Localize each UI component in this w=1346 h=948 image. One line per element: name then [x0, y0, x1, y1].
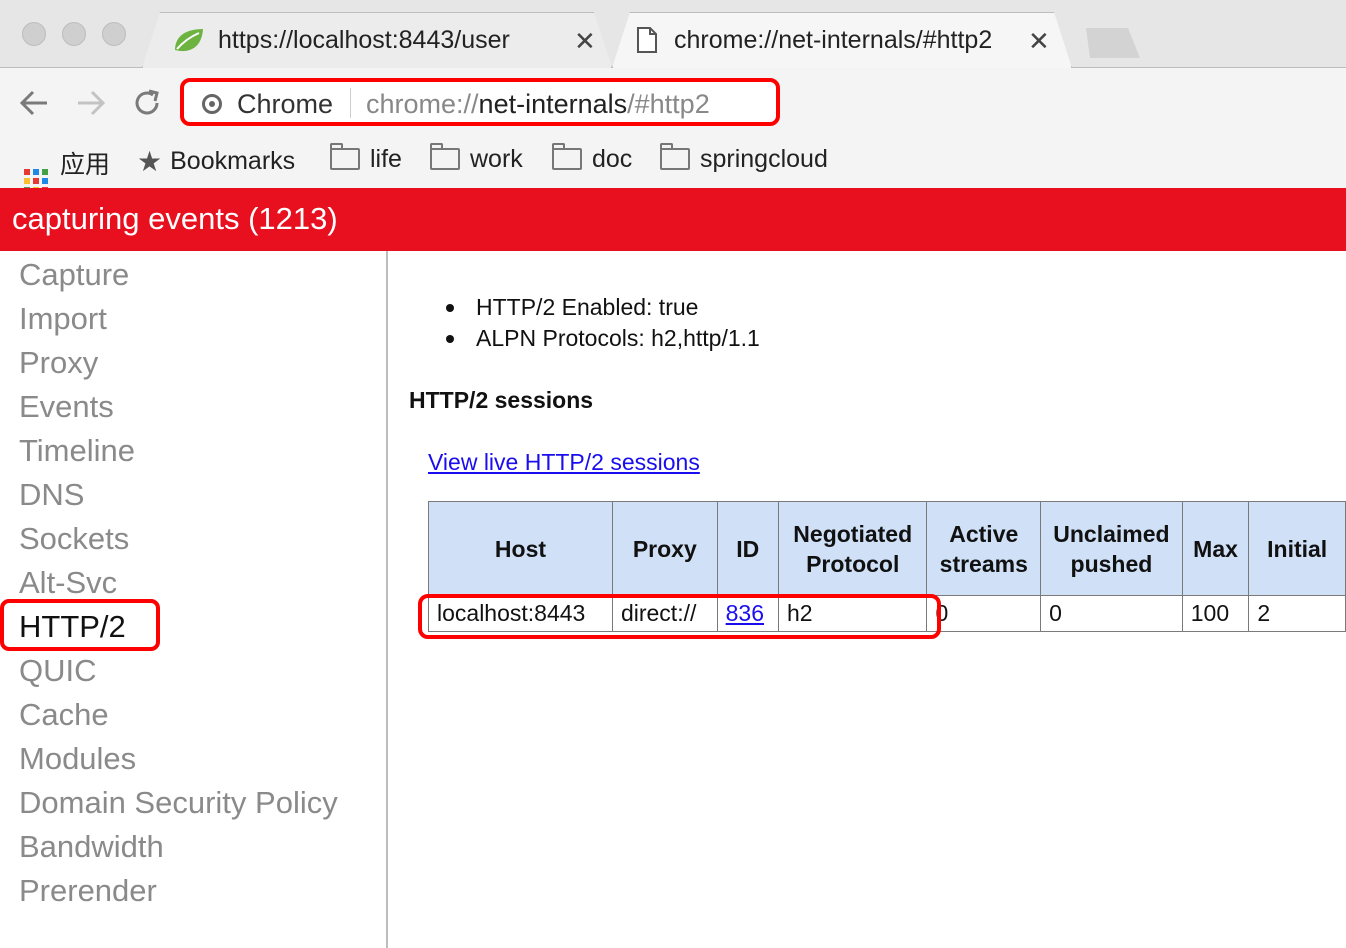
- bookmark-label: doc: [592, 145, 633, 173]
- bookmark-bookmarks[interactable]: ★ Bookmarks: [137, 145, 295, 178]
- new-tab-button[interactable]: [1078, 28, 1140, 58]
- column-header-negotiated-protocol: Negotiated Protocol: [777, 501, 928, 596]
- cell-active-streams: 0: [926, 595, 1042, 632]
- address-bar[interactable]: Chrome chrome://net-internals/#http2: [180, 78, 780, 126]
- view-live-sessions-link[interactable]: View live HTTP/2 sessions: [428, 449, 700, 476]
- bullet: [446, 335, 454, 343]
- bookmark-apps[interactable]: 应用: [24, 145, 110, 193]
- cell-id: 836: [716, 595, 779, 632]
- close-window-button[interactable]: [22, 22, 46, 46]
- folder-icon: [660, 143, 690, 170]
- tab-title: https://localhost:8443/user: [218, 26, 510, 54]
- maximize-window-button[interactable]: [102, 22, 126, 46]
- cell-proxy: direct://: [611, 595, 718, 632]
- star-icon: ★: [137, 146, 163, 177]
- sidebar-nav: Capture Import Proxy Events Timeline DNS…: [0, 251, 388, 948]
- cell-host: localhost:8443: [428, 595, 613, 632]
- folder-icon: [330, 143, 360, 170]
- sidebar-item-sockets[interactable]: Sockets: [19, 521, 129, 557]
- column-header-active-streams: Active streams: [926, 501, 1042, 596]
- table-row: localhost:8443 direct:// 836 h2 0 0 100 …: [428, 595, 1346, 632]
- column-header-id: ID: [716, 501, 779, 596]
- tab-net-internals[interactable]: chrome://net-internals/#http2 ✕: [612, 12, 1072, 68]
- bookmark-folder-life[interactable]: life: [330, 143, 402, 174]
- capture-status-text: capturing events (1213): [12, 201, 338, 236]
- sidebar-item-prerender[interactable]: Prerender: [19, 873, 157, 909]
- column-header-max: Max: [1181, 501, 1250, 596]
- column-header-host: Host: [428, 501, 613, 596]
- tab-title: chrome://net-internals/#http2: [674, 26, 993, 54]
- sidebar-item-cache[interactable]: Cache: [19, 697, 109, 733]
- divider: [350, 88, 351, 118]
- bookmark-folder-work[interactable]: work: [430, 143, 523, 174]
- cell-max: 100: [1181, 595, 1250, 632]
- sidebar-item-events[interactable]: Events: [19, 389, 114, 425]
- document-icon: [637, 27, 657, 53]
- close-tab-icon[interactable]: ✕: [1028, 26, 1050, 57]
- folder-icon: [552, 143, 582, 170]
- folder-icon: [430, 143, 460, 170]
- selection-highlight: [0, 599, 160, 651]
- sidebar-item-domain-security-policy[interactable]: Domain Security Policy: [19, 785, 338, 821]
- cell-initial: 2: [1248, 595, 1346, 632]
- session-id-link[interactable]: 836: [726, 600, 764, 626]
- sessions-heading: HTTP/2 sessions: [409, 387, 594, 413]
- sidebar-item-modules[interactable]: Modules: [19, 741, 136, 777]
- sidebar-item-dns[interactable]: DNS: [19, 477, 84, 513]
- sidebar-item-proxy[interactable]: Proxy: [19, 345, 98, 381]
- http2-enabled-status: HTTP/2 Enabled: true: [476, 294, 699, 320]
- alpn-protocols-status: ALPN Protocols: h2,http/1.1: [476, 325, 760, 351]
- site-label: Chrome: [237, 89, 334, 119]
- sessions-table: Host Proxy ID Negotiated Protocol Active…: [428, 501, 1346, 632]
- spring-leaf-icon: [175, 29, 203, 52]
- capture-status-banner: capturing events (1213): [0, 188, 1346, 251]
- bookmark-label: Bookmarks: [170, 147, 296, 175]
- close-tab-icon[interactable]: ✕: [574, 26, 596, 57]
- url-text[interactable]: chrome://net-internals/#http2: [366, 89, 710, 120]
- reload-icon[interactable]: [132, 88, 162, 118]
- http2-panel: HTTP/2 Enabled: true ALPN Protocols: h2,…: [388, 251, 1346, 948]
- cell-unclaimed-pushed: 0: [1040, 595, 1183, 632]
- minimize-window-button[interactable]: [62, 22, 86, 46]
- sidebar-item-capture[interactable]: Capture: [19, 257, 129, 293]
- sidebar-item-import[interactable]: Import: [19, 301, 107, 337]
- bookmark-folder-doc[interactable]: doc: [552, 143, 633, 174]
- bookmarks-bar: 应用 ★ Bookmarks life work doc springcloud: [0, 133, 1346, 193]
- sidebar-item-quic[interactable]: QUIC: [19, 653, 97, 689]
- forward-arrow-icon[interactable]: [75, 88, 107, 118]
- column-header-unclaimed-pushed: Unclaimed pushed: [1040, 501, 1183, 596]
- bookmark-label: springcloud: [700, 145, 828, 173]
- table-header-row: Host Proxy ID Negotiated Protocol Active…: [428, 501, 1346, 596]
- bookmark-folder-springcloud[interactable]: springcloud: [660, 143, 828, 174]
- back-arrow-icon[interactable]: [18, 88, 50, 118]
- cell-negotiated-protocol: h2: [777, 595, 928, 632]
- tab-localhost-user[interactable]: https://localhost:8443/user ✕: [142, 12, 612, 68]
- column-header-proxy: Proxy: [611, 501, 718, 596]
- bookmark-label: work: [470, 145, 523, 173]
- sidebar-item-bandwidth[interactable]: Bandwidth: [19, 829, 164, 865]
- sidebar-item-timeline[interactable]: Timeline: [19, 433, 135, 469]
- browser-toolbar: Chrome chrome://net-internals/#http2: [0, 68, 1346, 133]
- tab-strip: https://localhost:8443/user ✕ chrome://n…: [0, 0, 1346, 68]
- chrome-icon: [202, 94, 222, 114]
- bookmark-label: life: [370, 145, 402, 173]
- column-header-initial: Initial: [1248, 501, 1346, 596]
- bullet: [446, 304, 454, 312]
- bookmark-label: 应用: [60, 151, 111, 179]
- sidebar-item-alt-svc[interactable]: Alt-Svc: [19, 565, 117, 601]
